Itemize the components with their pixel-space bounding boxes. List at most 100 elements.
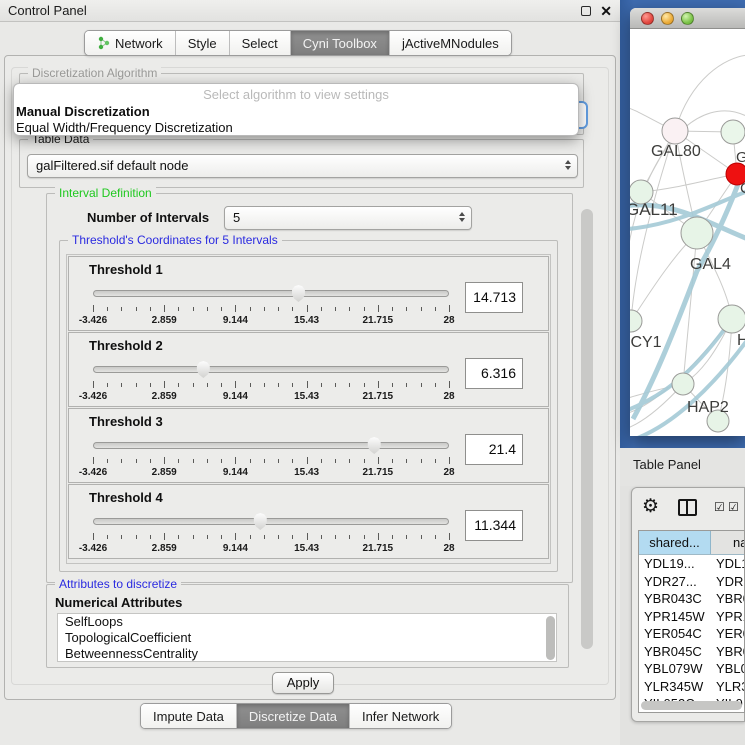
- tab-label: Infer Network: [362, 709, 439, 724]
- apply-button[interactable]: Apply: [272, 672, 334, 694]
- slider-thumb[interactable]: [291, 285, 306, 302]
- horizontal-scrollbar[interactable]: [641, 701, 742, 710]
- attribute-item-betweennesscentrality[interactable]: BetweennessCentrality: [58, 646, 556, 662]
- cell-shared-name[interactable]: YLR345W: [639, 678, 711, 696]
- table-data-combobox[interactable]: galFiltered.sif default node: [27, 154, 578, 178]
- network-node[interactable]: [672, 373, 694, 395]
- network-node[interactable]: [718, 305, 745, 333]
- cell-shared-name[interactable]: YDR27...: [639, 573, 711, 591]
- tab-style[interactable]: Style: [175, 31, 229, 55]
- scale-label: -3.426: [79, 391, 107, 402]
- threshold-slider[interactable]: -3.4262.8599.14415.4321.71528: [93, 360, 449, 400]
- threshold-slider[interactable]: -3.4262.8599.14415.4321.71528: [93, 436, 449, 476]
- tab-cyni-toolbox[interactable]: Cyni Toolbox: [290, 31, 389, 55]
- minimize-traffic-icon[interactable]: [661, 12, 674, 25]
- tick-mark: [406, 535, 407, 539]
- tick-mark: [349, 383, 350, 387]
- cell-name[interactable]: YPR1: [711, 608, 744, 626]
- slider-track[interactable]: [93, 366, 449, 373]
- tick-mark: [335, 307, 336, 311]
- checkbox-icon[interactable]: ☑: [714, 500, 725, 514]
- cell-shared-name[interactable]: YBR043C: [639, 590, 711, 608]
- slider-thumb[interactable]: [367, 437, 382, 454]
- cell-name[interactable]: YDR2: [711, 573, 744, 591]
- cell-shared-name[interactable]: YER054C: [639, 625, 711, 643]
- threshold-slider[interactable]: -3.4262.8599.14415.4321.71528: [93, 284, 449, 324]
- tab-network[interactable]: Network: [85, 31, 175, 55]
- tick-mark: [421, 535, 422, 539]
- threshold-value-field[interactable]: 6.316: [465, 358, 523, 389]
- cell-shared-name[interactable]: YBL079W: [639, 660, 711, 678]
- cell-name[interactable]: YDL1: [711, 555, 744, 573]
- network-node[interactable]: [630, 310, 642, 332]
- table-row[interactable]: YLR345WYLR3: [639, 678, 744, 696]
- tab-infer-network[interactable]: Infer Network: [349, 704, 451, 728]
- threshold-label: Threshold 2: [89, 338, 163, 353]
- cell-name[interactable]: YLR3: [711, 678, 744, 696]
- tab-label: Select: [242, 36, 278, 51]
- tick-mark: [93, 381, 94, 388]
- table-row[interactable]: YDL19...YDL1: [639, 555, 744, 573]
- cell-shared-name[interactable]: YPR145W: [639, 608, 711, 626]
- slider-thumb[interactable]: [253, 513, 268, 530]
- tick-mark: [364, 307, 365, 311]
- slider-thumb[interactable]: [196, 361, 211, 378]
- zoom-traffic-icon[interactable]: [681, 12, 694, 25]
- tab-discretize-data[interactable]: Discretize Data: [236, 704, 349, 728]
- cell-shared-name[interactable]: YBR045C: [639, 643, 711, 661]
- list-scrollbar[interactable]: [546, 616, 555, 660]
- node-attribute-table[interactable]: shared... na YDL19...YDL1YDR27...YDR2YBR…: [638, 530, 745, 713]
- network-node[interactable]: [681, 217, 713, 249]
- number-of-intervals-combobox[interactable]: 5: [224, 206, 472, 230]
- table-row[interactable]: YPR145WYPR1: [639, 608, 744, 626]
- table-row[interactable]: YBR045CYBR0: [639, 643, 744, 661]
- tick-mark: [107, 535, 108, 539]
- algorithm-option-manual-discretization[interactable]: Manual Discretization: [14, 104, 578, 120]
- threshold-value-field[interactable]: 14.713: [465, 282, 523, 313]
- cell-shared-name[interactable]: YDL19...: [639, 555, 711, 573]
- slider-track[interactable]: [93, 290, 449, 297]
- vertical-scrollbar[interactable]: [581, 209, 593, 649]
- checkbox-icon[interactable]: ☑: [728, 500, 739, 514]
- attributes-group: Attributes to discretize Numerical Attri…: [46, 584, 569, 668]
- column-header-shared-name[interactable]: shared...: [639, 531, 711, 554]
- slider-track[interactable]: [93, 442, 449, 449]
- tick-mark: [136, 459, 137, 463]
- algorithm-dropdown-popup: Select algorithm to view settings Manual…: [13, 83, 579, 136]
- split-panel-icon[interactable]: [678, 499, 697, 516]
- algorithm-option-equal-width-frequency-discretization[interactable]: Equal Width/Frequency Discretization: [14, 120, 578, 136]
- column-header-name[interactable]: na: [711, 531, 744, 554]
- tab-label: jActiveMNodules: [402, 36, 499, 51]
- numerical-attributes-list[interactable]: SelfLoopsTopologicalCoefficientBetweenne…: [57, 613, 557, 662]
- network-canvas[interactable]: GAL80GACGAL11GAL4GCY1HHAP2: [630, 29, 745, 436]
- tab-impute-data[interactable]: Impute Data: [141, 704, 236, 728]
- attribute-item-topologicalcoefficient[interactable]: TopologicalCoefficient: [58, 630, 556, 646]
- cell-name[interactable]: YBL0: [711, 660, 744, 678]
- node-label-gal11: GAL11: [630, 200, 678, 219]
- attribute-item-selfloops[interactable]: SelfLoops: [58, 614, 556, 630]
- slider-track[interactable]: [93, 518, 449, 525]
- cell-name[interactable]: YBR0: [711, 643, 744, 661]
- table-row[interactable]: YBR043CYBR0: [639, 590, 744, 608]
- tab-select[interactable]: Select: [229, 31, 290, 55]
- network-node[interactable]: [662, 118, 688, 144]
- slider-ticks: [93, 457, 449, 465]
- cell-name[interactable]: YER0: [711, 625, 744, 643]
- float-window-icon[interactable]: [581, 6, 591, 16]
- table-row[interactable]: YER054CYER0: [639, 625, 744, 643]
- threshold-value-field[interactable]: 11.344: [465, 510, 523, 541]
- scale-label: 2.859: [152, 391, 177, 402]
- network-node[interactable]: [721, 120, 745, 144]
- close-icon[interactable]: ✕: [600, 1, 612, 21]
- gear-icon[interactable]: ⚙: [642, 495, 659, 518]
- threshold-value-field[interactable]: 21.4: [465, 434, 523, 465]
- numerical-attributes-label: Numerical Attributes: [55, 595, 182, 610]
- table-row[interactable]: YDR27...YDR2: [639, 573, 744, 591]
- table-row[interactable]: YBL079WYBL0: [639, 660, 744, 678]
- threshold-slider[interactable]: -3.4262.8599.14415.4321.71528: [93, 512, 449, 552]
- tab-jactivemnodules[interactable]: jActiveMNodules: [389, 31, 511, 55]
- cell-name[interactable]: YBR0: [711, 590, 744, 608]
- close-traffic-icon[interactable]: [641, 12, 654, 25]
- tick-mark: [264, 459, 265, 463]
- tick-mark: [307, 381, 308, 388]
